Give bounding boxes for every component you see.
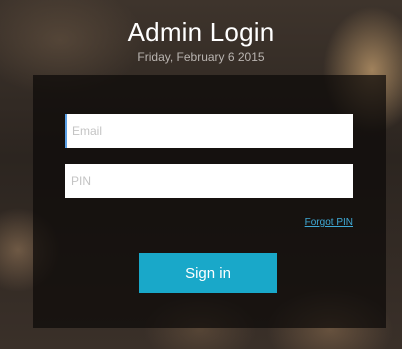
forgot-pin-link[interactable]: Forgot PIN [305, 217, 353, 228]
header: Admin Login Friday, February 6 2015 [0, 16, 402, 65]
pin-field[interactable] [65, 164, 353, 198]
date-label: Friday, February 6 2015 [137, 50, 265, 64]
email-field[interactable] [65, 114, 353, 148]
login-screen: Admin Login Friday, February 6 2015 Forg… [0, 0, 402, 349]
page-title: Admin Login [127, 17, 275, 47]
login-panel: Forgot PIN Sign in [33, 75, 386, 328]
sign-in-button[interactable]: Sign in [139, 253, 277, 293]
